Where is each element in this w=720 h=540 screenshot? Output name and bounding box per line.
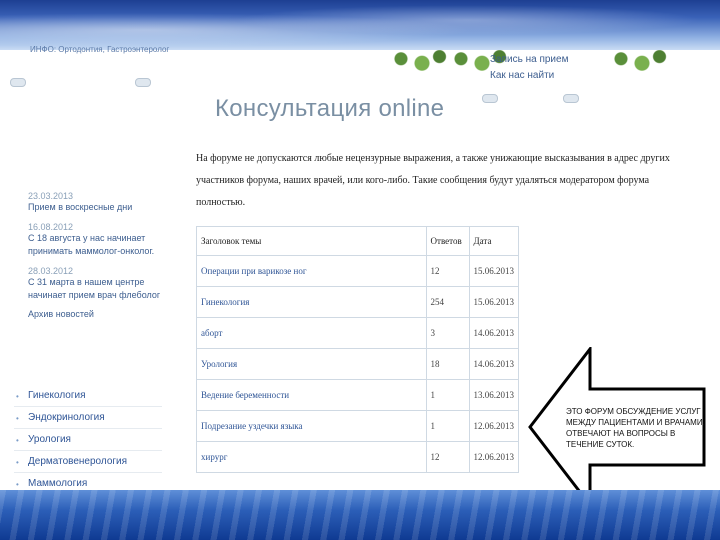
- decor-pill: [135, 78, 151, 87]
- column-header-date: Дата: [468, 226, 519, 256]
- page-title: Консультация online: [215, 95, 445, 122]
- topic-link[interactable]: Операции при варикозе ног: [196, 255, 427, 287]
- bullet-icon: •: [16, 436, 19, 445]
- menu-item-urology[interactable]: • Урология: [14, 429, 162, 451]
- appointment-link[interactable]: Запись на прием: [490, 52, 568, 68]
- menu-item-dermatovenerology[interactable]: • Дерматовенерология: [14, 451, 162, 473]
- directions-link[interactable]: Как нас найти: [490, 68, 568, 84]
- answer-count: 254: [425, 286, 470, 318]
- table-row: Гинекология 254 15.06.2013: [196, 286, 519, 318]
- topic-link[interactable]: Урология: [196, 348, 427, 380]
- menu-item-endocrinology[interactable]: • Эндокринология: [14, 407, 162, 429]
- news-link[interactable]: Прием в воскресные дни: [28, 201, 183, 214]
- website-area: ИНФО: Ортодонтия, Гастроэнтеролог Запись…: [0, 45, 720, 509]
- answer-count: 12: [425, 255, 470, 287]
- menu-item-label: Маммология: [28, 478, 88, 489]
- menu-item-label: Эндокринология: [28, 412, 105, 423]
- news-list: 23.03.2013 Прием в воскресные дни 16.08.…: [28, 183, 183, 321]
- menu-item-gynecology[interactable]: • Гинекология: [14, 385, 162, 407]
- table-header-row: Заголовок темы Ответов Дата: [196, 226, 519, 256]
- topic-date: 12.06.2013: [468, 410, 519, 442]
- topic-link[interactable]: хирург: [196, 441, 427, 473]
- table-row: Подрезание уздечки языка 1 12.06.2013: [196, 410, 519, 442]
- topic-date: 12.06.2013: [468, 441, 519, 473]
- news-item: 23.03.2013 Прием в воскресные дни: [28, 191, 183, 214]
- topic-link[interactable]: аборт: [196, 317, 427, 349]
- bullet-icon: •: [16, 392, 19, 401]
- topic-date: 15.06.2013: [468, 255, 519, 287]
- decor-pill: [563, 94, 579, 103]
- header-links: Запись на прием Как нас найти: [490, 52, 568, 84]
- bullet-icon: •: [16, 414, 19, 423]
- decor-pill: [10, 78, 26, 87]
- answer-count: 3: [425, 317, 470, 349]
- news-link[interactable]: С 18 августа у нас начинает принимать ма…: [28, 232, 183, 258]
- forum-rules-notice: На форуме не допускаются любые нецензурн…: [196, 153, 670, 208]
- news-date: 23.03.2013: [28, 191, 74, 201]
- news-date: 16.08.2012: [28, 222, 74, 232]
- table-row: Ведение беременности 1 13.06.2013: [196, 379, 519, 411]
- menu-item-label: Урология: [28, 434, 71, 445]
- topic-link[interactable]: Подрезание уздечки языка: [196, 410, 427, 442]
- bullet-icon: •: [16, 458, 19, 467]
- answer-count: 1: [425, 410, 470, 442]
- answer-count: 18: [425, 348, 470, 380]
- news-date: 28.03.2012: [28, 266, 74, 276]
- topic-date: 14.06.2013: [468, 348, 519, 380]
- topic-link[interactable]: Ведение беременности: [196, 379, 427, 411]
- sidebar-menu: • Гинекология • Эндокринология • Урология •…: [14, 385, 162, 495]
- decor-pill: [482, 94, 498, 103]
- topic-date: 13.06.2013: [468, 379, 519, 411]
- news-item: 16.08.2012 С 18 августа у нас начинает п…: [28, 222, 183, 258]
- sea-bottom-border: [0, 490, 720, 540]
- news-item: 28.03.2012 С 31 марта в нашем центре нач…: [28, 266, 183, 302]
- menu-item-label: Дерматовенерология: [28, 456, 128, 467]
- sky-top-border: [0, 0, 720, 50]
- table-row: хирург 12 12.06.2013: [196, 441, 519, 473]
- menu-item-label: Гинекология: [28, 390, 86, 401]
- topic-link[interactable]: Гинекология: [196, 286, 427, 318]
- column-header-topic: Заголовок темы: [196, 226, 427, 256]
- foliage-decoration: [600, 50, 670, 72]
- table-row: Урология 18 14.06.2013: [196, 348, 519, 380]
- column-header-answers: Ответов: [425, 226, 470, 256]
- top-strip-text: ИНФО: Ортодонтия, Гастроэнтеролог: [30, 45, 170, 54]
- answer-count: 12: [425, 441, 470, 473]
- news-item: Архив новостей: [28, 308, 183, 321]
- table-row: аборт 3 14.06.2013: [196, 317, 519, 349]
- answer-count: 1: [425, 379, 470, 411]
- topic-date: 15.06.2013: [468, 286, 519, 318]
- news-link[interactable]: С 31 марта в нашем центре начинает прием…: [28, 276, 183, 302]
- callout-text: ЭТО ФОРУМ ОБСУЖДЕНИЕ УСЛУГ МЕЖДУ ПАЦИЕНТ…: [566, 407, 705, 449]
- topic-date: 14.06.2013: [468, 317, 519, 349]
- forum-topics-table: Заголовок темы Ответов Дата Операции при…: [196, 226, 519, 473]
- news-archive-link[interactable]: Архив новостей: [28, 308, 183, 321]
- table-row: Операции при варикозе ног 12 15.06.2013: [196, 255, 519, 287]
